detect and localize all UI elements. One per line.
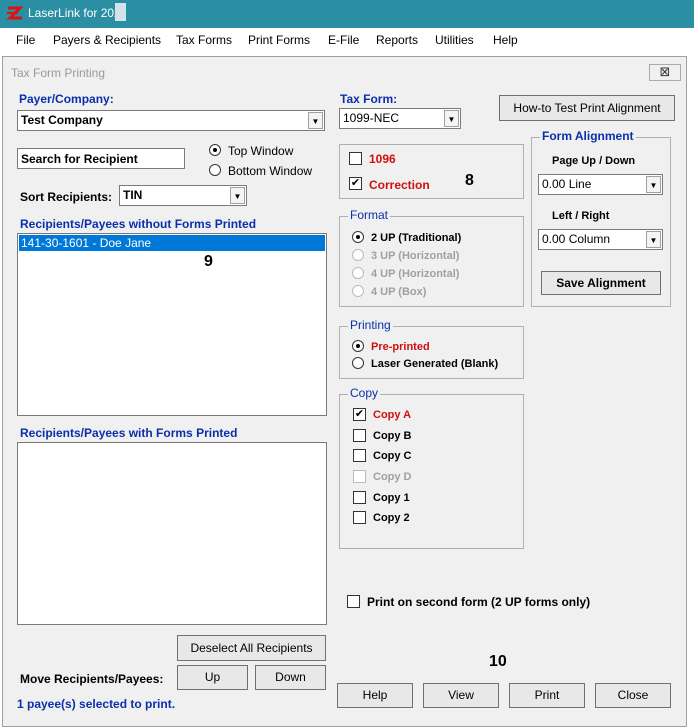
top-window-radio[interactable] [209, 144, 221, 156]
copy-d-checkbox [353, 470, 366, 483]
help-button[interactable]: Help [337, 683, 413, 708]
copy-group: Copy [339, 386, 524, 549]
dialog-title: Tax Form Printing [11, 66, 106, 80]
top-window-label: Top Window [228, 144, 294, 158]
menu-help[interactable]: Help [493, 33, 518, 47]
chevron-down-icon[interactable]: ▼ [646, 231, 661, 248]
deselect-all-button[interactable]: Deselect All Recipients [177, 635, 326, 661]
form-options-group [339, 144, 524, 199]
app-title: LaserLink for 202 [28, 6, 121, 20]
format-2up-label: 2 UP (Traditional) [371, 232, 462, 244]
format-4up-horizontal-radio [352, 267, 364, 279]
payer-value: Test Company [21, 113, 103, 127]
second-form-checkbox[interactable] [347, 595, 360, 608]
payer-select[interactable]: Test Company ▼ [17, 110, 325, 131]
checkbox-correction[interactable]: ✔ [349, 177, 362, 190]
page-updown-select[interactable]: 0.00 Line ▼ [538, 174, 663, 195]
sort-select[interactable]: TIN ▼ [119, 185, 247, 206]
copy-b-label: Copy B [373, 430, 412, 442]
menu-efile[interactable]: E-File [328, 33, 359, 47]
annotation-9: 9 [204, 253, 213, 270]
without-forms-label: Recipients/Payees without Forms Printed [20, 217, 257, 231]
chevron-down-icon[interactable]: ▼ [230, 187, 245, 204]
with-forms-label: Recipients/Payees with Forms Printed [20, 426, 238, 440]
tax-form-label: Tax Form: [340, 92, 398, 106]
page-updown-value: 0.00 Line [542, 177, 592, 191]
label-correction: Correction [369, 178, 430, 192]
status-text: 1 payee(s) selected to print. [17, 697, 176, 711]
leftright-value: 0.00 Column [542, 232, 611, 246]
tax-form-select[interactable]: 1099-NEC ▼ [339, 108, 461, 129]
format-label: Format [348, 208, 391, 222]
menu-file[interactable]: File [16, 33, 35, 47]
chevron-down-icon[interactable]: ▼ [444, 110, 459, 127]
copy-c-label: Copy C [373, 450, 412, 462]
format-4up-horizontal-label: 4 UP (Horizontal) [371, 268, 460, 280]
save-alignment-button[interactable]: Save Alignment [541, 271, 661, 295]
copy-label: Copy [348, 386, 381, 400]
copy-b-checkbox[interactable] [353, 429, 366, 442]
menu-reports[interactable]: Reports [376, 33, 418, 47]
laser-generated-radio[interactable] [352, 357, 364, 369]
second-form-label: Print on second form (2 UP forms only) [367, 595, 591, 609]
format-3up-label: 3 UP (Horizontal) [371, 250, 460, 262]
annotation-8: 8 [465, 172, 474, 189]
copy-1-checkbox[interactable] [353, 491, 366, 504]
annotation-10: 10 [489, 653, 507, 670]
menu-payers-recipients[interactable]: Payers & Recipients [53, 33, 161, 47]
label-1096: 1096 [369, 152, 396, 166]
printing-group: Printing [339, 318, 524, 379]
laser-generated-label: Laser Generated (Blank) [371, 358, 499, 370]
copy-2-checkbox[interactable] [353, 511, 366, 524]
chevron-down-icon[interactable]: ▼ [308, 112, 323, 129]
menu-tax-forms[interactable]: Tax Forms [176, 33, 232, 47]
menu-bar: File Payers & Recipients Tax Forms Print… [0, 28, 694, 52]
menu-utilities[interactable]: Utilities [435, 33, 474, 47]
payer-label: Payer/Company: [19, 92, 114, 106]
without-forms-list[interactable]: 141-30-1601 - Doe Jane [17, 233, 327, 416]
format-3up-radio [352, 249, 364, 261]
print-button[interactable]: Print [509, 683, 585, 708]
copy-d-label: Copy D [373, 471, 412, 483]
copy-a-label: Copy A [373, 409, 412, 421]
close-icon: ⊠ [659, 64, 671, 79]
down-button[interactable]: Down [255, 665, 326, 690]
copy-2-label: Copy 2 [373, 512, 410, 524]
preprinted-radio[interactable] [352, 340, 364, 352]
leftright-select[interactable]: 0.00 Column ▼ [538, 229, 663, 250]
page-updown-label: Page Up / Down [552, 155, 636, 167]
bottom-window-radio[interactable] [209, 164, 221, 176]
checkbox-1096[interactable] [349, 152, 362, 165]
with-forms-list[interactable] [17, 442, 327, 625]
search-recipient-input[interactable]: Search for Recipient [17, 148, 185, 169]
copy-c-checkbox[interactable] [353, 449, 366, 462]
tax-form-value: 1099-NEC [343, 111, 400, 125]
howto-alignment-button[interactable]: How-to Test Print Alignment [499, 95, 675, 121]
copy-a-checkbox[interactable]: ✔ [353, 408, 366, 421]
up-button[interactable]: Up [177, 665, 248, 690]
leftright-label: Left / Right [552, 210, 610, 222]
printing-label: Printing [348, 318, 393, 332]
title-highlight [115, 3, 126, 21]
move-recipients-label: Move Recipients/Payees: [20, 672, 164, 686]
search-recipient-placeholder: Search for Recipient [21, 152, 138, 166]
background-edge [687, 52, 694, 727]
list-item[interactable]: 141-30-1601 - Doe Jane [19, 235, 325, 251]
close-button[interactable]: Close [595, 683, 671, 708]
sort-recipients-label: Sort Recipients: [20, 190, 113, 204]
format-2up-radio[interactable] [352, 231, 364, 243]
form-alignment-label: Form Alignment [540, 129, 636, 143]
dialog-close-button[interactable]: ⊠ [649, 64, 681, 81]
format-4up-box-radio [352, 285, 364, 297]
bottom-window-label: Bottom Window [228, 164, 313, 178]
laserlink-logo-icon [6, 6, 24, 20]
menu-print-forms[interactable]: Print Forms [248, 33, 310, 47]
sort-value: TIN [123, 188, 143, 202]
preprinted-label: Pre-printed [371, 341, 430, 353]
format-4up-box-label: 4 UP (Box) [371, 286, 427, 298]
copy-1-label: Copy 1 [373, 492, 410, 504]
chevron-down-icon[interactable]: ▼ [646, 176, 661, 193]
view-button[interactable]: View [423, 683, 499, 708]
